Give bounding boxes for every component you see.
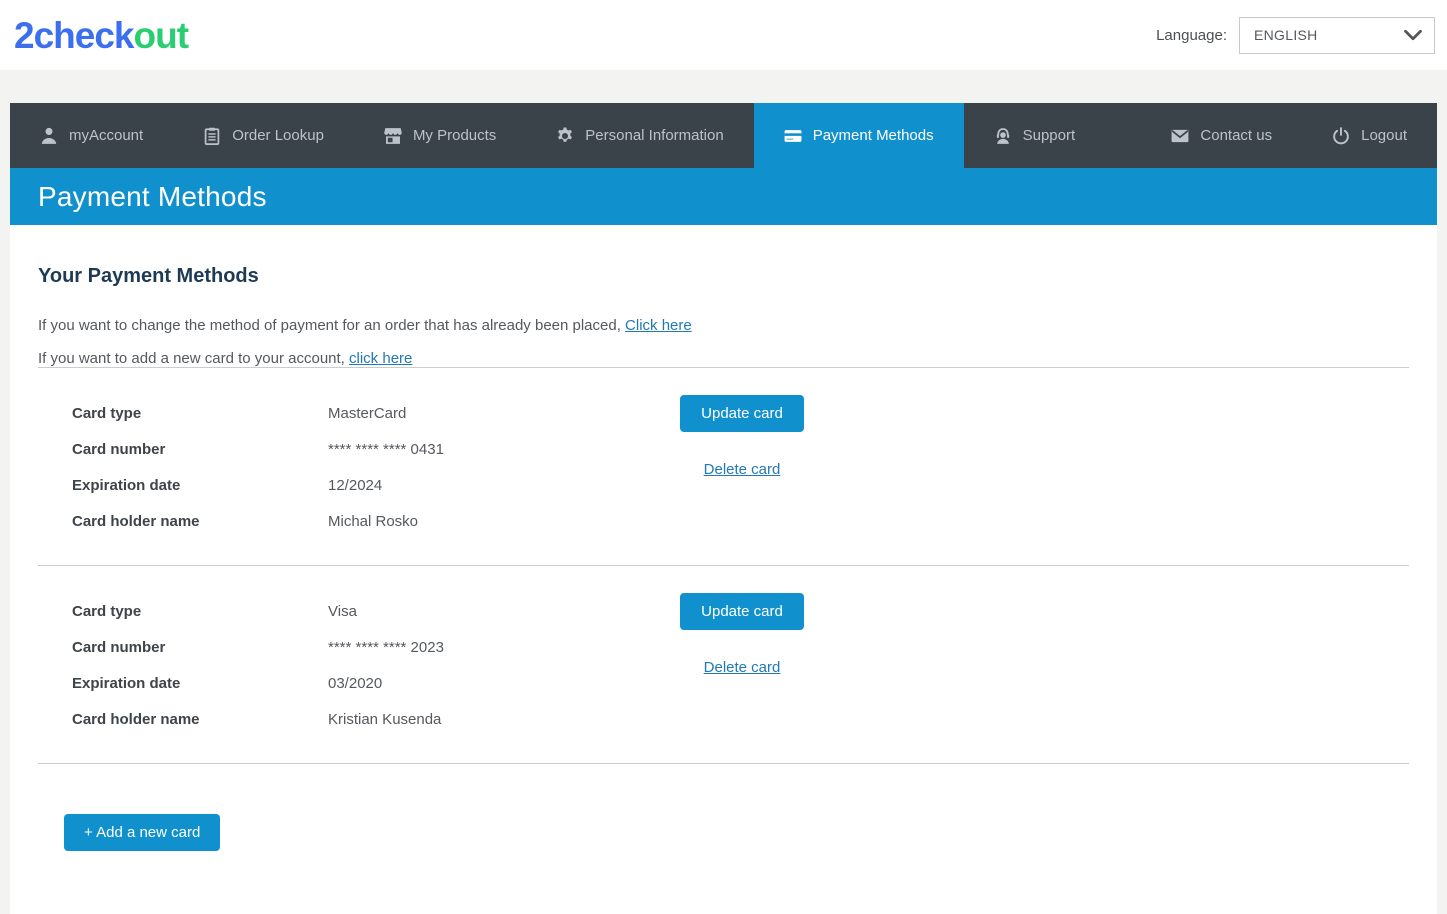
power-icon <box>1332 127 1350 145</box>
change-payment-link[interactable]: Click here <box>625 317 692 334</box>
card-details: Card type MasterCard Card number **** **… <box>72 395 680 539</box>
delete-card-link[interactable]: Delete card <box>704 659 781 676</box>
delete-card-link[interactable]: Delete card <box>704 461 781 478</box>
logo-text-green: out <box>134 15 189 56</box>
nav-item-label: Payment Methods <box>813 127 934 144</box>
nav-item-label: myAccount <box>69 127 143 144</box>
page-banner: Payment Methods <box>10 168 1437 225</box>
gear-icon <box>556 127 574 145</box>
headset-icon <box>994 127 1012 145</box>
card-type-label: Card type <box>72 603 328 620</box>
nav-item-payment-methods[interactable]: Payment Methods <box>754 103 964 168</box>
user-icon <box>40 127 58 145</box>
language-select[interactable]: ENGLISH <box>1239 17 1435 54</box>
intro-text: If you want to add a new card to your ac… <box>38 350 349 367</box>
nav-item-contact-us[interactable]: Contact us <box>1141 103 1302 168</box>
card-number-value: **** **** **** 0431 <box>328 441 680 458</box>
nav-item-label: Contact us <box>1200 127 1272 144</box>
content-area: Your Payment Methods If you want to chan… <box>10 225 1437 914</box>
nav-item-label: Order Lookup <box>232 127 324 144</box>
card-row-visa: Card type Visa Card number **** **** ***… <box>38 566 1409 763</box>
top-header: 2checkout Language: ENGLISH <box>0 0 1447 70</box>
card-type-value: Visa <box>328 603 680 620</box>
nav-item-label: My Products <box>413 127 496 144</box>
nav-right-group: Contact us Logout <box>1141 103 1437 168</box>
section-heading: Your Payment Methods <box>38 225 1409 288</box>
intro-add-card: If you want to add a new card to your ac… <box>38 350 1409 367</box>
nav-item-logout[interactable]: Logout <box>1302 103 1437 168</box>
card-number-value: **** **** **** 2023 <box>328 639 680 656</box>
chevron-down-icon <box>1404 26 1422 44</box>
nav-item-order-lookup[interactable]: Order Lookup <box>173 103 354 168</box>
card-holder-name-value: Michal Rosko <box>328 513 680 530</box>
nav-item-label: Personal Information <box>585 127 723 144</box>
card-holder-name-label: Card holder name <box>72 711 328 728</box>
store-icon <box>384 127 402 145</box>
card-details: Card type Visa Card number **** **** ***… <box>72 593 680 737</box>
card-type-label: Card type <box>72 405 328 422</box>
expiration-date-value: 12/2024 <box>328 477 680 494</box>
envelope-icon <box>1171 127 1189 145</box>
divider <box>38 763 1409 764</box>
intro-change-payment: If you want to change the method of paym… <box>38 317 1409 334</box>
update-card-button[interactable]: Update card <box>680 395 804 432</box>
logo-text-blue: 2check <box>14 15 134 56</box>
credit-card-icon <box>784 127 802 145</box>
language-label: Language: <box>1156 27 1227 44</box>
main-container: myAccount Order Lookup My Products Perso… <box>10 103 1437 914</box>
expiration-date-label: Expiration date <box>72 477 328 494</box>
nav-item-myaccount[interactable]: myAccount <box>10 103 173 168</box>
page-title: Payment Methods <box>38 181 267 213</box>
main-nav: myAccount Order Lookup My Products Perso… <box>10 103 1437 168</box>
card-number-label: Card number <box>72 441 328 458</box>
expiration-date-value: 03/2020 <box>328 675 680 692</box>
intro-text: If you want to change the method of paym… <box>38 317 625 334</box>
add-card-link[interactable]: click here <box>349 350 412 367</box>
card-type-value: MasterCard <box>328 405 680 422</box>
language-selected-value: ENGLISH <box>1254 27 1318 43</box>
logo-2checkout[interactable]: 2checkout <box>14 17 188 54</box>
nav-item-label: Logout <box>1361 127 1407 144</box>
add-new-card-button[interactable]: + Add a new card <box>64 814 220 851</box>
card-holder-name-label: Card holder name <box>72 513 328 530</box>
clipboard-icon <box>203 127 221 145</box>
language-area: Language: ENGLISH <box>1156 17 1435 54</box>
card-holder-name-value: Kristian Kusenda <box>328 711 680 728</box>
card-actions: Update card Delete card <box>680 593 804 737</box>
card-actions: Update card Delete card <box>680 395 804 539</box>
nav-item-my-products[interactable]: My Products <box>354 103 526 168</box>
add-card-row: + Add a new card <box>64 814 1409 851</box>
update-card-button[interactable]: Update card <box>680 593 804 630</box>
nav-item-label: Support <box>1023 127 1076 144</box>
expiration-date-label: Expiration date <box>72 675 328 692</box>
card-row-mastercard: Card type MasterCard Card number **** **… <box>38 368 1409 565</box>
card-number-label: Card number <box>72 639 328 656</box>
nav-item-support[interactable]: Support <box>964 103 1106 168</box>
nav-item-personal-information[interactable]: Personal Information <box>526 103 753 168</box>
